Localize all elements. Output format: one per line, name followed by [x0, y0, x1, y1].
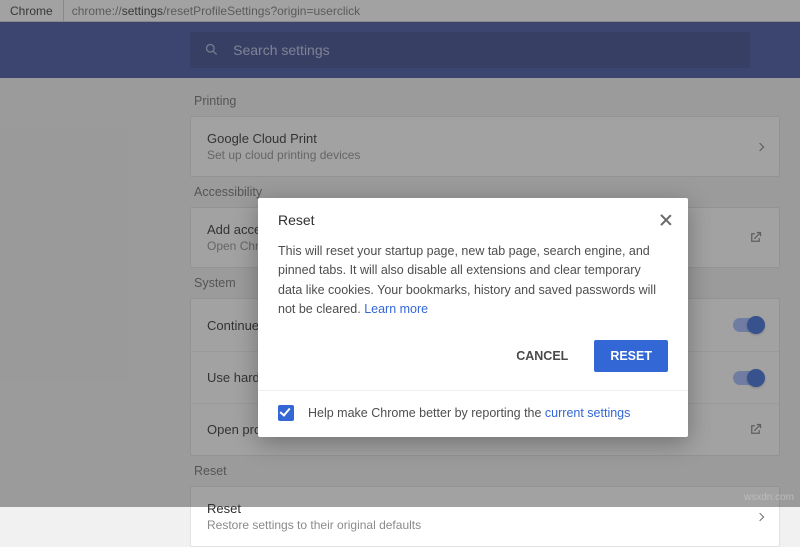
- cancel-button[interactable]: CANCEL: [500, 340, 584, 372]
- row-subtitle: Restore settings to their original defau…: [207, 518, 757, 532]
- watermark: wsxdn.com: [744, 492, 794, 503]
- help-text: Help make Chrome better by reporting the: [308, 406, 545, 420]
- current-settings-link[interactable]: current settings: [545, 406, 630, 420]
- close-icon[interactable]: [660, 214, 672, 226]
- learn-more-link[interactable]: Learn more: [364, 302, 428, 316]
- dialog-title: Reset: [278, 212, 660, 228]
- dialog-body: This will reset your startup page, new t…: [258, 234, 688, 324]
- chevron-right-icon: [756, 512, 764, 520]
- dialog-help-row: Help make Chrome better by reporting the…: [258, 390, 688, 437]
- help-checkbox[interactable]: [278, 405, 294, 421]
- reset-dialog: Reset This will reset your startup page,…: [258, 198, 688, 437]
- reset-button[interactable]: RESET: [594, 340, 668, 372]
